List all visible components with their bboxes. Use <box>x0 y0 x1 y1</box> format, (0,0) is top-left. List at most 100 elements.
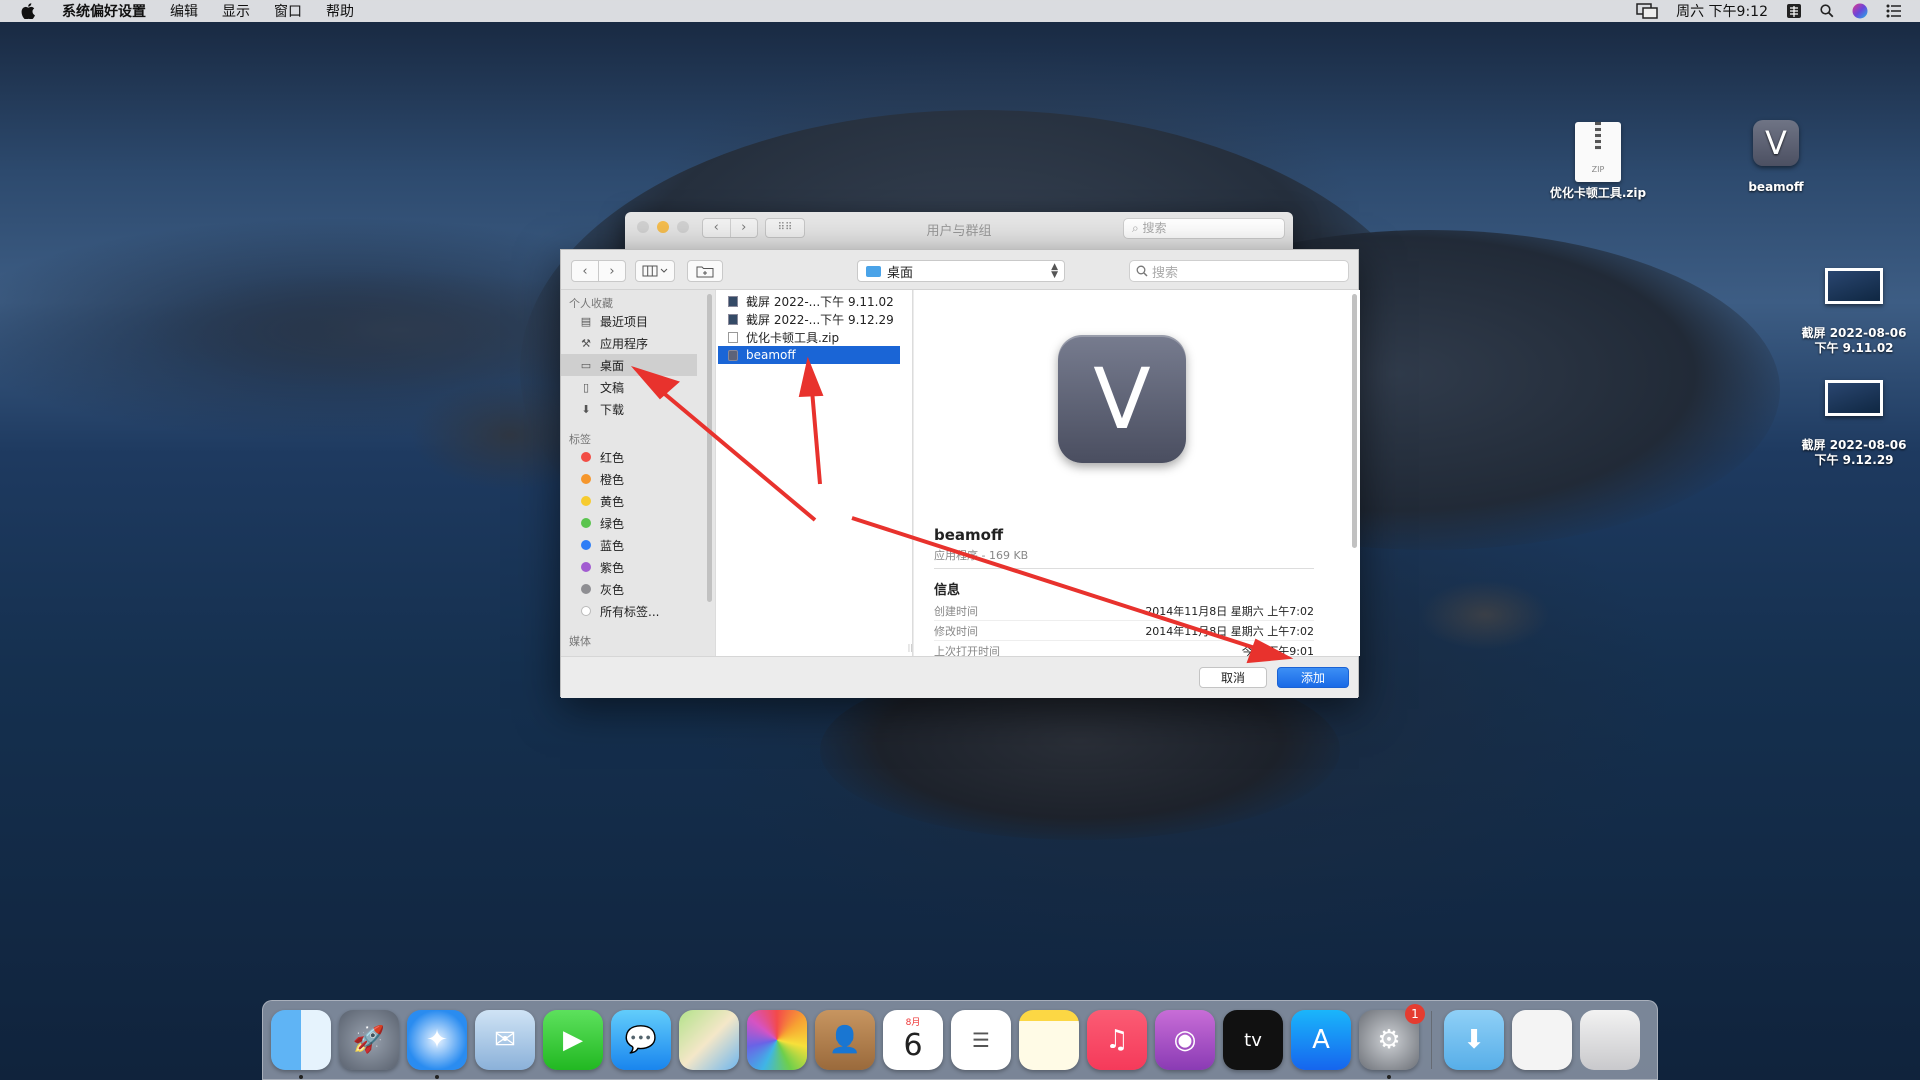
back-button[interactable]: ‹ <box>571 260 599 282</box>
new-folder-button[interactable] <box>687 260 723 282</box>
podcasts-icon[interactable]: ◉ <box>1155 1010 1215 1070</box>
preview-meta: 应用程序 - 169 KB <box>934 549 1029 562</box>
system-preferences-icon[interactable]: ⚙ 1 <box>1359 1004 1425 1079</box>
cancel-button[interactable]: 取消 <box>1199 667 1267 688</box>
tag-dot-icon <box>581 496 591 506</box>
apple-tv-icon[interactable]: tv <box>1223 1010 1283 1070</box>
app-icon <box>728 349 738 361</box>
notification-center-icon[interactable] <box>1886 4 1902 18</box>
notes-icon[interactable] <box>1019 1010 1079 1070</box>
zip-file-icon: ZIP <box>1575 122 1621 182</box>
menu-window[interactable]: 窗口 <box>262 1 314 21</box>
desktop-icon-label: 下午 9.11.02 <box>1814 341 1894 355</box>
recents-icon: ▤ <box>580 314 592 328</box>
screenshot-file-icon <box>728 313 738 325</box>
desktop-icon-screenshot-2[interactable]: 截屏 2022-08-06 下午 9.12.29 <box>1796 380 1912 468</box>
tag-dot-icon <box>581 540 591 550</box>
bg-search-field[interactable]: ⌕ 搜索 <box>1123 218 1285 239</box>
sidebar-item-recents[interactable]: ▤ 最近项目 <box>561 310 715 332</box>
zip-file-icon <box>728 331 738 343</box>
forward-button[interactable]: › <box>598 260 626 282</box>
reminders-icon[interactable]: ☰ <box>951 1010 1011 1070</box>
calendar-icon[interactable]: 8月 6 <box>883 1010 943 1070</box>
sidebar-tag-red[interactable]: 红色 <box>561 446 715 468</box>
sidebar-item-documents[interactable]: ▯ 文稿 <box>561 376 715 398</box>
file-row[interactable]: 优化卡顿工具.zip <box>718 328 900 346</box>
sidebar-tag-orange[interactable]: 橙色 <box>561 468 715 490</box>
info-row: 创建时间 2014年11月8日 星期六 上午7:02 <box>934 601 1314 621</box>
preview-pane: V beamoff 应用程序 - 169 KB 信息 创建时间 2014年11月8… <box>914 290 1360 656</box>
sidebar-tag-purple[interactable]: 紫色 <box>561 556 715 578</box>
trash-icon[interactable] <box>1580 1010 1640 1070</box>
desktop-icon-beamoff[interactable]: V beamoff <box>1724 120 1828 195</box>
app-store-icon[interactable]: A <box>1291 1010 1351 1070</box>
menu-app-name[interactable]: 系统偏好设置 <box>50 1 158 21</box>
info-header: 信息 <box>934 583 961 598</box>
dialog-search-input[interactable]: 搜索 <box>1129 260 1349 282</box>
chevron-right-icon: › <box>609 263 615 279</box>
sidebar-scrollbar[interactable] <box>707 294 712 602</box>
info-row: 修改时间 2014年11月8日 星期六 上午7:02 <box>934 621 1314 641</box>
view-mode-button[interactable] <box>635 260 675 282</box>
menu-edit[interactable]: 编辑 <box>158 1 210 21</box>
dock-separator <box>1431 1011 1432 1069</box>
preview-scrollbar[interactable] <box>1352 294 1357 548</box>
input-method-icon[interactable] <box>1786 3 1802 19</box>
sidebar-all-tags[interactable]: 所有标签... <box>561 600 715 622</box>
safari-icon[interactable]: ✦ <box>407 1010 467 1079</box>
file-row-selected[interactable]: beamoff <box>718 346 900 364</box>
divider <box>934 568 1314 569</box>
sidebar-item-applications[interactable]: ⚒ 应用程序 <box>561 332 715 354</box>
recent-screenshot-stack-icon[interactable] <box>1512 1010 1572 1070</box>
file-row[interactable]: 截屏 2022-...下午 9.12.29 <box>718 310 900 328</box>
sidebar-tag-blue[interactable]: 蓝色 <box>561 534 715 556</box>
location-label: 桌面 <box>887 265 914 281</box>
chevron-left-icon: ‹ <box>582 263 588 279</box>
music-icon[interactable]: ♫ <box>1087 1010 1147 1070</box>
sidebar-item-desktop[interactable]: ▭ 桌面 <box>561 354 697 376</box>
maps-icon[interactable] <box>679 1010 739 1070</box>
sidebar-tag-gray[interactable]: 灰色 <box>561 578 715 600</box>
spotlight-search-icon[interactable] <box>1820 4 1834 18</box>
apple-menu-icon[interactable] <box>20 3 36 19</box>
updown-arrows-icon: ▲ ▼ <box>1051 262 1058 280</box>
applications-icon: ⚒ <box>581 336 591 350</box>
downloads-icon: ⬇ <box>581 402 591 416</box>
column-resize-handle[interactable]: || <box>908 643 913 652</box>
new-folder-icon <box>696 266 714 277</box>
folder-icon <box>866 265 881 277</box>
menu-view[interactable]: 显示 <box>210 1 262 21</box>
dialog-toolbar: ‹ › 桌面 ▲ ▼ 搜索 <box>561 250 1358 290</box>
screenshot-file-icon <box>728 295 738 307</box>
photos-icon[interactable] <box>747 1010 807 1070</box>
launchpad-icon[interactable]: 🚀 <box>339 1010 399 1070</box>
messages-icon[interactable]: 💬 <box>611 1010 671 1070</box>
siri-icon[interactable] <box>1852 3 1868 19</box>
desktop-icon-zip[interactable]: ZIP 优化卡顿工具.zip <box>1546 122 1650 201</box>
desktop-icon: ▭ <box>580 358 592 372</box>
airplay-display-icon[interactable] <box>1636 3 1658 19</box>
beamoff-app-icon: V <box>1753 120 1799 166</box>
location-popup[interactable]: 桌面 ▲ ▼ <box>857 260 1065 282</box>
file-row[interactable]: 截屏 2022-...下午 9.11.02 <box>718 292 900 310</box>
tags-header: 标签 <box>569 433 591 446</box>
sidebar-tag-yellow[interactable]: 黄色 <box>561 490 715 512</box>
menu-help[interactable]: 帮助 <box>314 1 366 21</box>
facetime-icon[interactable]: ▶ <box>543 1010 603 1070</box>
finder-icon[interactable] <box>271 1010 331 1079</box>
menu-bar: 系统偏好设置 编辑 显示 窗口 帮助 周六 下午9:12 <box>0 0 1920 22</box>
beamoff-app-icon: V <box>1058 335 1186 463</box>
favorites-header: 个人收藏 <box>569 297 613 310</box>
desktop-icon-screenshot-1[interactable]: 截屏 2022-08-06 下午 9.11.02 <box>1796 268 1912 356</box>
mail-icon[interactable]: ✉ <box>475 1010 535 1070</box>
tag-dot-icon <box>581 452 591 462</box>
add-button[interactable]: 添加 <box>1277 667 1349 688</box>
contacts-icon[interactable]: 👤 <box>815 1010 875 1070</box>
menu-clock[interactable]: 周六 下午9:12 <box>1676 1 1768 21</box>
sidebar-item-downloads[interactable]: ⬇ 下载 <box>561 398 715 420</box>
sidebar-tag-green[interactable]: 绿色 <box>561 512 715 534</box>
columns-view-icon <box>642 265 668 277</box>
documents-icon: ▯ <box>582 380 590 394</box>
file-open-dialog: ‹ › 桌面 ▲ ▼ 搜索 个人收藏 ▤ 最近项目 ⚒ 应用程序 ▭ 桌面 ▯ 文稿 ⬇ 下… <box>560 249 1360 698</box>
downloads-folder-icon[interactable]: ⬇ <box>1444 1010 1504 1070</box>
